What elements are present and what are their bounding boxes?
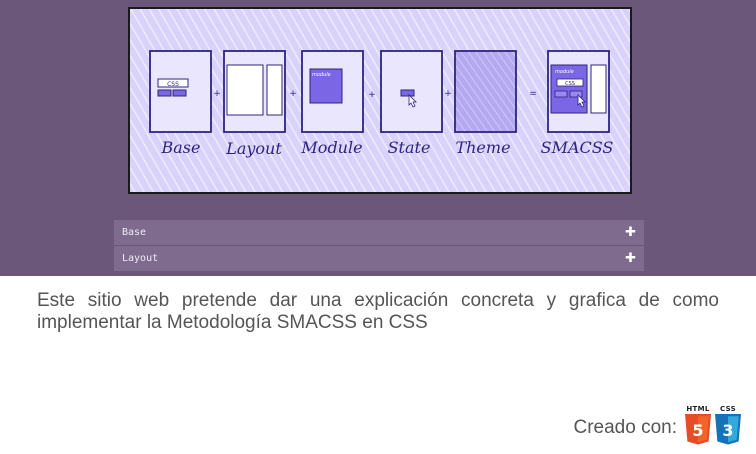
css3-text: CSS xyxy=(720,405,736,413)
module-text-smacss: module xyxy=(555,69,574,75)
intro-description: Este sitio web pretende dar una explicac… xyxy=(37,290,719,333)
module-panel: module xyxy=(301,50,364,133)
label-layout: Layout xyxy=(225,139,282,158)
credits-label: Creado con: xyxy=(573,417,677,438)
smacss-diagram: CSS module module CSS + + + + = Base Lay… xyxy=(128,7,632,194)
label-theme: Theme xyxy=(455,138,510,157)
operator-plus-1: + xyxy=(213,89,221,99)
smacss-diagram-svg: CSS module module CSS + + + + = Base Lay… xyxy=(130,9,630,192)
accordion-item-layout[interactable]: Layout ✚ xyxy=(114,246,644,272)
label-state: State xyxy=(388,138,431,157)
html5-badge: HTML 5 xyxy=(684,405,712,447)
smacss-panel: module CSS xyxy=(547,50,610,133)
accordion-label: Base xyxy=(122,227,147,238)
theme-panel xyxy=(454,50,517,133)
accordion-item-base[interactable]: Base ✚ xyxy=(114,220,644,246)
operator-plus-3: + xyxy=(368,90,376,100)
operator-plus-2: + xyxy=(289,89,297,99)
css3-logo-icon: 3 xyxy=(715,414,741,445)
plus-icon[interactable]: ✚ xyxy=(625,225,636,240)
credits: Creado con: HTML 5 CSS 3 xyxy=(573,405,742,447)
css3-number: 3 xyxy=(722,421,733,440)
css3-badge: CSS 3 xyxy=(714,405,742,447)
label-smacss: SMACSS xyxy=(541,138,614,157)
layout-panel xyxy=(223,50,286,133)
state-panel xyxy=(380,50,443,133)
base-panel: CSS xyxy=(149,50,212,133)
accordion: Base ✚ Layout ✚ xyxy=(114,220,644,272)
plus-icon[interactable]: ✚ xyxy=(625,251,636,266)
html5-text: HTML xyxy=(686,405,710,413)
html5-number: 5 xyxy=(692,421,703,440)
label-base: Base xyxy=(161,138,201,157)
operator-plus-4: + xyxy=(444,89,452,99)
html5-logo-icon: 5 xyxy=(685,414,711,445)
module-text: module xyxy=(312,72,331,78)
css-text-smacss: CSS xyxy=(565,81,575,87)
label-module: Module xyxy=(300,138,362,157)
css-text-base: CSS xyxy=(167,81,179,88)
operator-equals: = xyxy=(529,89,537,99)
accordion-label: Layout xyxy=(122,253,159,264)
